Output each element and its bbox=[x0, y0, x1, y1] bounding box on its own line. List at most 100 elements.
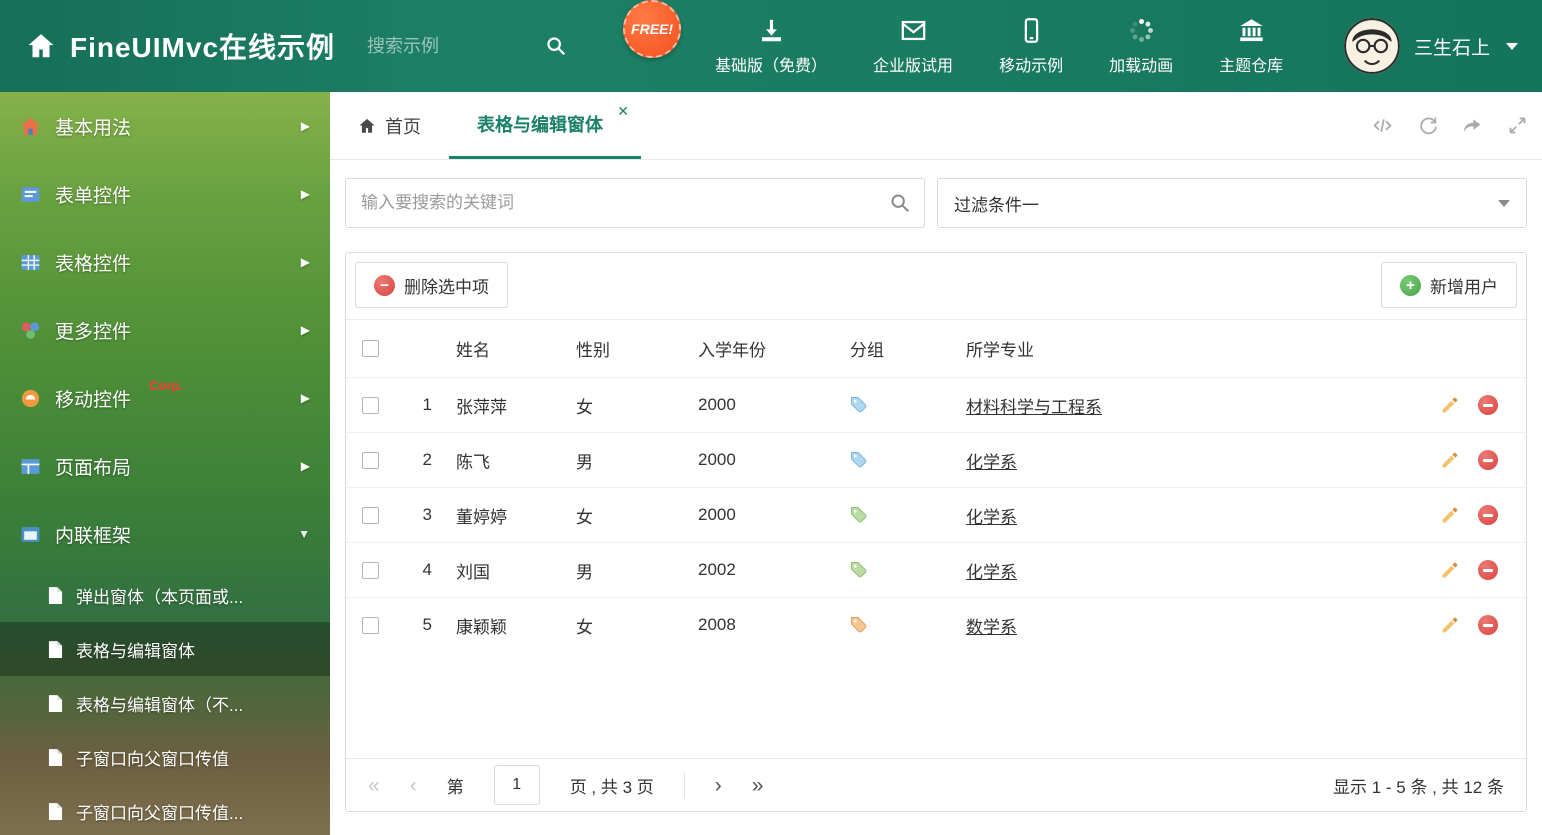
file-icon bbox=[48, 586, 63, 605]
table-row: 5 康颖颖 女 2008 数学系 bbox=[346, 597, 1526, 652]
sidebar-item-label: 内联框架 bbox=[55, 525, 132, 547]
edit-icon[interactable] bbox=[1440, 505, 1460, 525]
last-page-icon[interactable]: » bbox=[752, 775, 764, 796]
major-link[interactable]: 化学系 bbox=[966, 508, 1017, 527]
major-link[interactable]: 化学系 bbox=[966, 453, 1017, 472]
download-icon bbox=[761, 19, 781, 41]
delete-icon[interactable] bbox=[1478, 560, 1498, 580]
row-checkbox[interactable] bbox=[362, 616, 379, 634]
row-number: 5 bbox=[422, 615, 432, 634]
sidebar-subitem-label: 表格与编辑窗体（不... bbox=[76, 695, 244, 715]
row-year: 2002 bbox=[698, 560, 736, 579]
major-link[interactable]: 化学系 bbox=[966, 563, 1017, 582]
row-gender: 女 bbox=[576, 507, 593, 527]
row-gender: 女 bbox=[576, 617, 593, 637]
filter-dropdown-value: 过滤条件一 bbox=[954, 195, 1039, 215]
keyword-search-input[interactable] bbox=[346, 179, 924, 227]
sidebar-subitem-grid-edit-window[interactable]: 表格与编辑窗体 bbox=[0, 622, 330, 676]
row-gender: 男 bbox=[576, 452, 593, 472]
column-major: 所学专业 bbox=[966, 341, 1034, 360]
sidebar-subitem-label: 子窗口向父窗口传值 bbox=[76, 749, 229, 769]
add-user-button[interactable]: + 新增用户 bbox=[1381, 262, 1517, 308]
major-link[interactable]: 数学系 bbox=[966, 618, 1017, 637]
delete-icon[interactable] bbox=[1478, 450, 1498, 470]
chevron-down-icon bbox=[1506, 42, 1518, 50]
tab-home[interactable]: 首页 bbox=[330, 92, 449, 159]
chevron-down-icon: ▼ bbox=[298, 527, 310, 541]
chevron-right-icon: ▶ bbox=[300, 459, 310, 473]
first-page-icon[interactable]: « bbox=[368, 775, 380, 796]
prev-page-icon[interactable]: ‹ bbox=[410, 775, 417, 796]
sidebar-item-page-layout[interactable]: 页面布局 ▶ bbox=[0, 432, 330, 500]
search-icon[interactable] bbox=[545, 35, 567, 57]
delete-selected-button[interactable]: − 删除选中项 bbox=[355, 262, 508, 308]
row-year: 2000 bbox=[698, 450, 736, 469]
edit-icon[interactable] bbox=[1440, 615, 1460, 635]
app-header: FineUIMvc在线示例 FREE! 基础版（免费） 企业版试用 移动示例 bbox=[0, 0, 1542, 92]
row-checkbox[interactable] bbox=[362, 451, 379, 469]
row-year: 2000 bbox=[698, 505, 736, 524]
sidebar-subitem-grid-edit-window-2[interactable]: 表格与编辑窗体（不... bbox=[0, 676, 330, 730]
chevron-right-icon: ▶ bbox=[300, 187, 310, 201]
nav-theme-store[interactable]: 主题仓库 bbox=[1219, 17, 1283, 76]
chevron-right-icon: ▶ bbox=[300, 119, 310, 133]
sidebar-subitem-child-to-parent[interactable]: 子窗口向父窗口传值 bbox=[0, 730, 330, 784]
major-link[interactable]: 材料科学与工程系 bbox=[966, 398, 1102, 417]
sidebar-item-basic-usage[interactable]: 基本用法 ▶ bbox=[0, 92, 330, 160]
edit-icon[interactable] bbox=[1440, 450, 1460, 470]
table-header: 姓名 性别 入学年份 分组 所学专业 bbox=[346, 319, 1526, 377]
row-checkbox[interactable] bbox=[362, 561, 379, 579]
nav-mobile-demo[interactable]: 移动示例 bbox=[999, 17, 1063, 76]
tab-grid-edit-window[interactable]: 表格与编辑窗体 ✕ bbox=[449, 92, 641, 159]
delete-icon[interactable] bbox=[1478, 505, 1498, 525]
grid-icon bbox=[20, 252, 41, 273]
delete-icon[interactable] bbox=[1478, 395, 1498, 415]
table-row: 4 刘国 男 2002 化学系 bbox=[346, 542, 1526, 597]
home-icon[interactable] bbox=[26, 31, 56, 61]
sidebar-subitem-label: 子窗口向父窗口传值... bbox=[76, 803, 244, 823]
sidebar-subitem-popup-window[interactable]: 弹出窗体（本页面或... bbox=[0, 568, 330, 622]
delete-icon[interactable] bbox=[1478, 615, 1498, 635]
sidebar-item-label: 表单控件 bbox=[55, 185, 132, 207]
header-search-input[interactable] bbox=[367, 35, 518, 57]
bank-icon bbox=[1239, 18, 1263, 41]
sidebar-item-iframe[interactable]: 内联框架 ▼ bbox=[0, 500, 330, 568]
sidebar: 基本用法 ▶ 表单控件 ▶ 表格控件 ▶ 更多控件 ▶ 移动控件 Corp. ▶… bbox=[0, 92, 330, 835]
sidebar-item-label: 移动控件 bbox=[55, 389, 132, 411]
user-menu[interactable]: 三生石上 bbox=[1343, 18, 1524, 74]
delete-selected-label: 删除选中项 bbox=[404, 277, 489, 297]
header-search bbox=[367, 35, 567, 57]
sidebar-item-mobile-controls[interactable]: 移动控件 Corp. ▶ bbox=[0, 364, 330, 432]
row-checkbox[interactable] bbox=[362, 506, 379, 524]
mobile-controls-icon bbox=[20, 388, 41, 409]
next-page-icon[interactable]: › bbox=[715, 775, 722, 796]
tab-close-icon[interactable]: ✕ bbox=[617, 104, 629, 118]
share-icon[interactable] bbox=[1462, 115, 1483, 136]
nav-enterprise-trial[interactable]: 企业版试用 bbox=[873, 17, 953, 76]
chevron-right-icon: ▶ bbox=[300, 391, 310, 405]
home-icon bbox=[359, 118, 375, 133]
row-name: 刘国 bbox=[456, 562, 490, 582]
sidebar-item-more-controls[interactable]: 更多控件 ▶ bbox=[0, 296, 330, 364]
code-icon[interactable] bbox=[1372, 115, 1393, 136]
select-all-checkbox[interactable] bbox=[362, 340, 379, 357]
tab-tools bbox=[1372, 92, 1528, 159]
nav-basic-version[interactable]: 基础版（免费） bbox=[715, 17, 827, 76]
edit-icon[interactable] bbox=[1440, 395, 1460, 415]
sidebar-subitem-child-to-parent-2[interactable]: 子窗口向父窗口传值... bbox=[0, 784, 330, 835]
page-number-input[interactable] bbox=[493, 765, 540, 805]
nav-loading-animation[interactable]: 加载动画 bbox=[1109, 17, 1173, 76]
search-icon[interactable] bbox=[889, 192, 911, 214]
refresh-icon[interactable] bbox=[1417, 115, 1438, 136]
column-group: 分组 bbox=[850, 341, 884, 360]
row-gender: 男 bbox=[576, 562, 593, 582]
app-title: FineUIMvc在线示例 bbox=[70, 32, 336, 63]
sidebar-item-form-controls[interactable]: 表单控件 ▶ bbox=[0, 160, 330, 228]
row-number: 1 bbox=[422, 395, 432, 414]
edit-icon[interactable] bbox=[1440, 560, 1460, 580]
expand-icon[interactable] bbox=[1507, 115, 1528, 136]
content-area: 过滤条件一 − 删除选中项 + 新增用户 姓名 性别 入学年份 bbox=[330, 160, 1542, 835]
sidebar-item-grid-controls[interactable]: 表格控件 ▶ bbox=[0, 228, 330, 296]
row-checkbox[interactable] bbox=[362, 396, 379, 414]
filter-dropdown[interactable]: 过滤条件一 bbox=[937, 178, 1527, 228]
